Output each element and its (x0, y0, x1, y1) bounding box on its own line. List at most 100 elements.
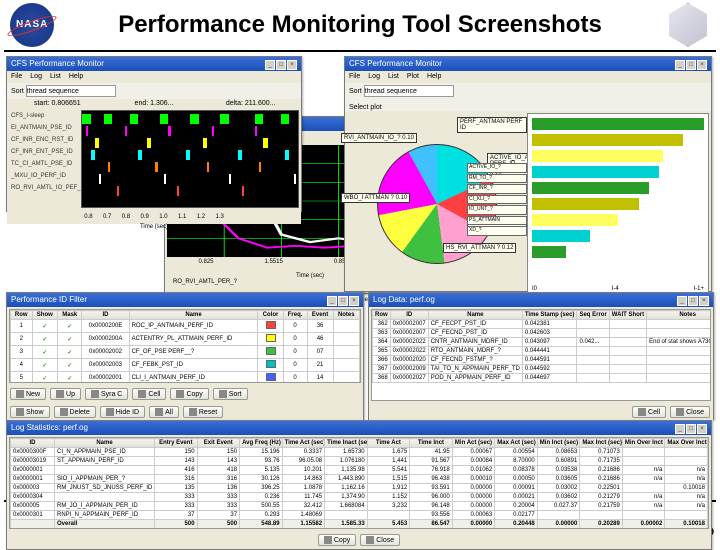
minimize-icon[interactable]: _ (265, 60, 275, 70)
titlebar[interactable]: Log Statistics: perf.og_□× (7, 421, 711, 435)
pie-bar-window: CFS Performance Monitor_□× File Log List Pl… (344, 56, 712, 292)
minimize-icon[interactable]: _ (327, 296, 337, 306)
button-icon (189, 408, 197, 416)
pie-callout: PERF_ANTMAN PERF ID (457, 117, 527, 133)
pie-callout: RVI_ANTMAIN_IO_? 0.10 (341, 133, 417, 143)
table-row[interactable]: 0x0000301RNPI_N_APPMAIN_PERF_ID37370.293… (11, 511, 708, 520)
titlebar[interactable]: CFS Performance Monitor_□× (345, 57, 711, 71)
hide-id-button[interactable]: Hide ID (100, 406, 145, 418)
sort-input[interactable] (26, 85, 116, 97)
hbar-chart: I0I-4I-1+ (527, 113, 709, 295)
maximize-icon[interactable]: □ (686, 424, 696, 434)
table-row[interactable]: 3660x00002020CF_FECND_FSTMF_?0.044591 (373, 356, 712, 365)
button-icon (366, 536, 374, 544)
show-button[interactable]: Show (10, 406, 50, 418)
table-row[interactable]: 10x0000200EROC_IP_ANTMAIN_PERF_ID036 (11, 320, 360, 333)
titlebar[interactable]: CFS Performance Monitor_□× (7, 57, 301, 71)
button-icon (176, 390, 184, 398)
minimize-icon[interactable]: _ (677, 296, 687, 306)
close-icon[interactable]: × (697, 60, 707, 70)
header-divider (4, 50, 716, 52)
page-title: Performance Monitoring Tool Screenshots (54, 12, 666, 38)
table-row[interactable]: 0x00003043333330.23611.7451,374.901.1529… (11, 493, 708, 502)
delete-button[interactable]: Delete (54, 406, 96, 418)
menubar: File Log List Help (7, 71, 301, 83)
menu-help[interactable]: Help (427, 73, 441, 80)
menu-file[interactable]: File (349, 73, 360, 80)
button-icon (138, 390, 146, 398)
sort-button[interactable]: Sort (213, 388, 248, 400)
timing-window: CFS Performance Monitor_□× File Log List He… (6, 56, 302, 212)
table-row[interactable]: 3640x00002022CNTR_ANTMAIN_MDRF_ID0.04309… (373, 338, 712, 347)
reset-button[interactable]: Reset (183, 406, 223, 418)
menu-log[interactable]: Log (30, 73, 42, 80)
log-table: RowIDNameTime Stamp (sec)Seq ErrorWAIT S… (372, 310, 711, 383)
titlebar[interactable]: Performance ID Filter_□× (7, 293, 363, 307)
table-row[interactable]: 3680x00002027POD_N_APPMAIN_PERF_ID0.0446… (373, 374, 712, 383)
menu-help[interactable]: Help (69, 73, 83, 80)
close-icon[interactable]: × (349, 296, 359, 306)
menu-plot[interactable]: Plot (407, 73, 419, 80)
maximize-icon[interactable]: □ (276, 60, 286, 70)
total-row: Overall500500548.891.155821.585.335.4538… (11, 520, 708, 529)
menu-list[interactable]: List (50, 73, 61, 80)
table-row[interactable]: 50x00002001CLI_I_ANTMAIN_PERF_ID014 (11, 372, 360, 384)
partner-logo (666, 3, 710, 47)
copy-button[interactable]: Copy (318, 534, 356, 546)
stats-window: Log Statistics: perf.og_□× IDNameEntry E… (6, 420, 712, 550)
cell-button[interactable]: Cell (632, 406, 666, 418)
titlebar[interactable]: Log Data: perf.og_□× (369, 293, 713, 307)
table-row[interactable]: 3620x00002007CF_FECPT_PST_ID0.042381 (373, 320, 712, 329)
sort-input[interactable] (364, 85, 454, 97)
pie-callout: WBO_I ATTMAN ? 0.10 (341, 193, 410, 203)
close-icon[interactable]: × (287, 60, 297, 70)
menu-file[interactable]: File (11, 73, 22, 80)
close-icon[interactable]: × (697, 424, 707, 434)
minimize-icon[interactable]: _ (675, 60, 685, 70)
button-icon (324, 536, 332, 544)
syra-c-button[interactable]: Syra C (85, 388, 128, 400)
log-window: Log Data: perf.og_□× RowIDNameTime Stamp… (368, 292, 714, 420)
table-row[interactable]: 40x00002003CF_FEBK_PST_ID021 (11, 359, 360, 372)
table-row[interactable]: 20x0000200AACTENTRY_PL_ATTMAIN_PERF_ID04… (11, 333, 360, 346)
maximize-icon[interactable]: □ (338, 296, 348, 306)
button-icon (60, 408, 68, 416)
table-row[interactable]: 0x0000001SIO_I_APPMAIN_PER_?31631630.126… (11, 475, 708, 484)
menu-list[interactable]: List (388, 73, 399, 80)
button-icon (106, 408, 114, 416)
table-row[interactable]: 0x000005RM_JO_I_APPMAIN_PER_ID333333500.… (11, 502, 708, 511)
table-row[interactable]: 3670x00002009TAI_TO_N_APPMAIN_PERF_TD0.0… (373, 365, 712, 374)
cell-button[interactable]: Cell (132, 388, 166, 400)
table-row[interactable]: 3630x00002007CF_FECND_PST_ID0.042603 (373, 329, 712, 338)
button-icon (155, 408, 163, 416)
button-icon (638, 408, 646, 416)
button-icon (676, 408, 684, 416)
nasa-logo: NASA (10, 3, 54, 47)
button-icon (219, 390, 227, 398)
button-icon (91, 390, 99, 398)
maximize-icon[interactable]: □ (688, 296, 698, 306)
up-button[interactable]: Up (50, 388, 81, 400)
minimize-icon[interactable]: _ (675, 424, 685, 434)
table-row[interactable]: 0x000003RM_JNUST_SD_JNUSS_PERF_ID1351363… (11, 484, 708, 493)
table-row[interactable]: 30x00002002CF_OF_PSE PERF__?007 (11, 346, 360, 359)
button-icon (16, 390, 24, 398)
new-button[interactable]: New (10, 388, 46, 400)
maximize-icon[interactable]: □ (686, 60, 696, 70)
table-row[interactable]: 0x00000014164185.13510.2011,135.985.5417… (11, 466, 708, 475)
timing-chart: CFS_I-sleepEI_ANTMAIN_PSE_IDCF_INR_ENC_R… (9, 110, 299, 208)
button-icon (56, 390, 64, 398)
stats-table: IDNameEntry EventExit EventAvg Freq (Hz)… (10, 438, 708, 529)
filter-table: RowShowMaskIDNameColorFreq.EventNotes 10… (10, 310, 360, 383)
pie-callout: HS_RVI_ATTMAN ? 0.12 (443, 243, 516, 253)
close-icon[interactable]: × (699, 296, 709, 306)
close-button[interactable]: Close (670, 406, 710, 418)
table-row[interactable]: 0x00003019ST_APPMAIN_PERF_ID14314393.769… (11, 457, 708, 466)
all-button[interactable]: All (149, 406, 179, 418)
close-button[interactable]: Close (360, 534, 400, 546)
table-row[interactable]: 0x0000300FCI_N_APPMAIN_PSE_ID15015015.19… (11, 448, 708, 457)
button-icon (16, 408, 24, 416)
menu-log[interactable]: Log (368, 73, 380, 80)
table-row[interactable]: 3650x00002022RTO_ANTMAIN_MDRF_?0.044441 (373, 347, 712, 356)
copy-button[interactable]: Copy (170, 388, 208, 400)
